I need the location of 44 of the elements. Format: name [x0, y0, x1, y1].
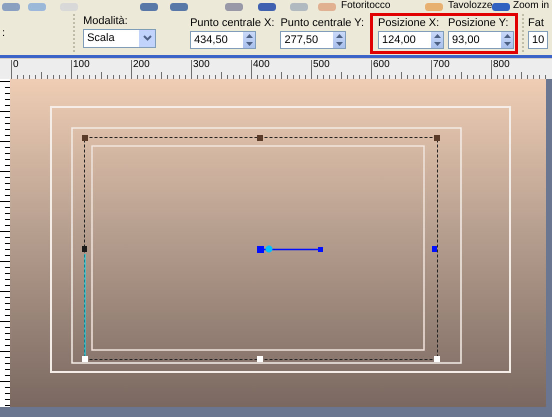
spinner-button[interactable] [501, 32, 514, 48]
field-label: : [2, 27, 6, 39]
menu-item[interactable]: Zoom in [513, 0, 550, 11]
up-arrow-icon [434, 34, 441, 38]
spinner-button[interactable] [431, 32, 444, 48]
up-arrow-icon [336, 34, 343, 38]
menu-item[interactable]: Fotoritocco [341, 0, 390, 11]
ruler-label: 0 [12, 60, 19, 70]
number-field[interactable]: 93,00 [448, 31, 514, 49]
rotation-handle[interactable] [257, 246, 323, 253]
number-field[interactable]: 124,00 [378, 31, 444, 49]
spinner-button[interactable] [243, 32, 256, 48]
down-arrow-icon [434, 42, 441, 46]
down-arrow-icon [336, 42, 343, 46]
number-field[interactable]: 277,50 [280, 31, 346, 49]
ruler-label: 300 [192, 60, 210, 70]
spinner-button[interactable] [333, 32, 346, 48]
menu-item[interactable]: Tavolozze [448, 0, 492, 11]
toolbar-icon[interactable] [2, 3, 20, 11]
down-arrow-icon [504, 42, 511, 46]
field-label: Punto centrale X: [190, 17, 274, 29]
number-field[interactable]: 434,50 [190, 31, 256, 49]
toolbar-icon[interactable] [140, 3, 158, 11]
ruler-label: 400 [252, 60, 270, 70]
up-arrow-icon [504, 34, 511, 38]
down-arrow-icon [246, 42, 253, 46]
up-arrow-icon [246, 34, 253, 38]
field-label: Posizione X: [378, 17, 440, 29]
ruler-label: 600 [372, 60, 390, 70]
field-label: Posizione Y: [448, 17, 510, 29]
selection-frame[interactable] [82, 135, 440, 362]
toolbar-icon[interactable] [170, 3, 188, 11]
field-label: Modalità: [83, 14, 129, 26]
mode-dropdown[interactable]: Scala [83, 28, 156, 48]
caret-icon [142, 35, 152, 41]
ruler-label: 700 [432, 60, 450, 70]
ruler-label: 100 [72, 60, 90, 70]
ruler-label: 500 [312, 60, 330, 70]
ruler-label: 800 [492, 60, 510, 70]
ruler-label: 200 [132, 60, 150, 70]
field-label: Fat [528, 17, 545, 29]
number-field[interactable]: 10 [528, 31, 548, 49]
toolbar-icon[interactable] [225, 3, 243, 11]
field-label: Punto centrale Y: [280, 17, 364, 29]
